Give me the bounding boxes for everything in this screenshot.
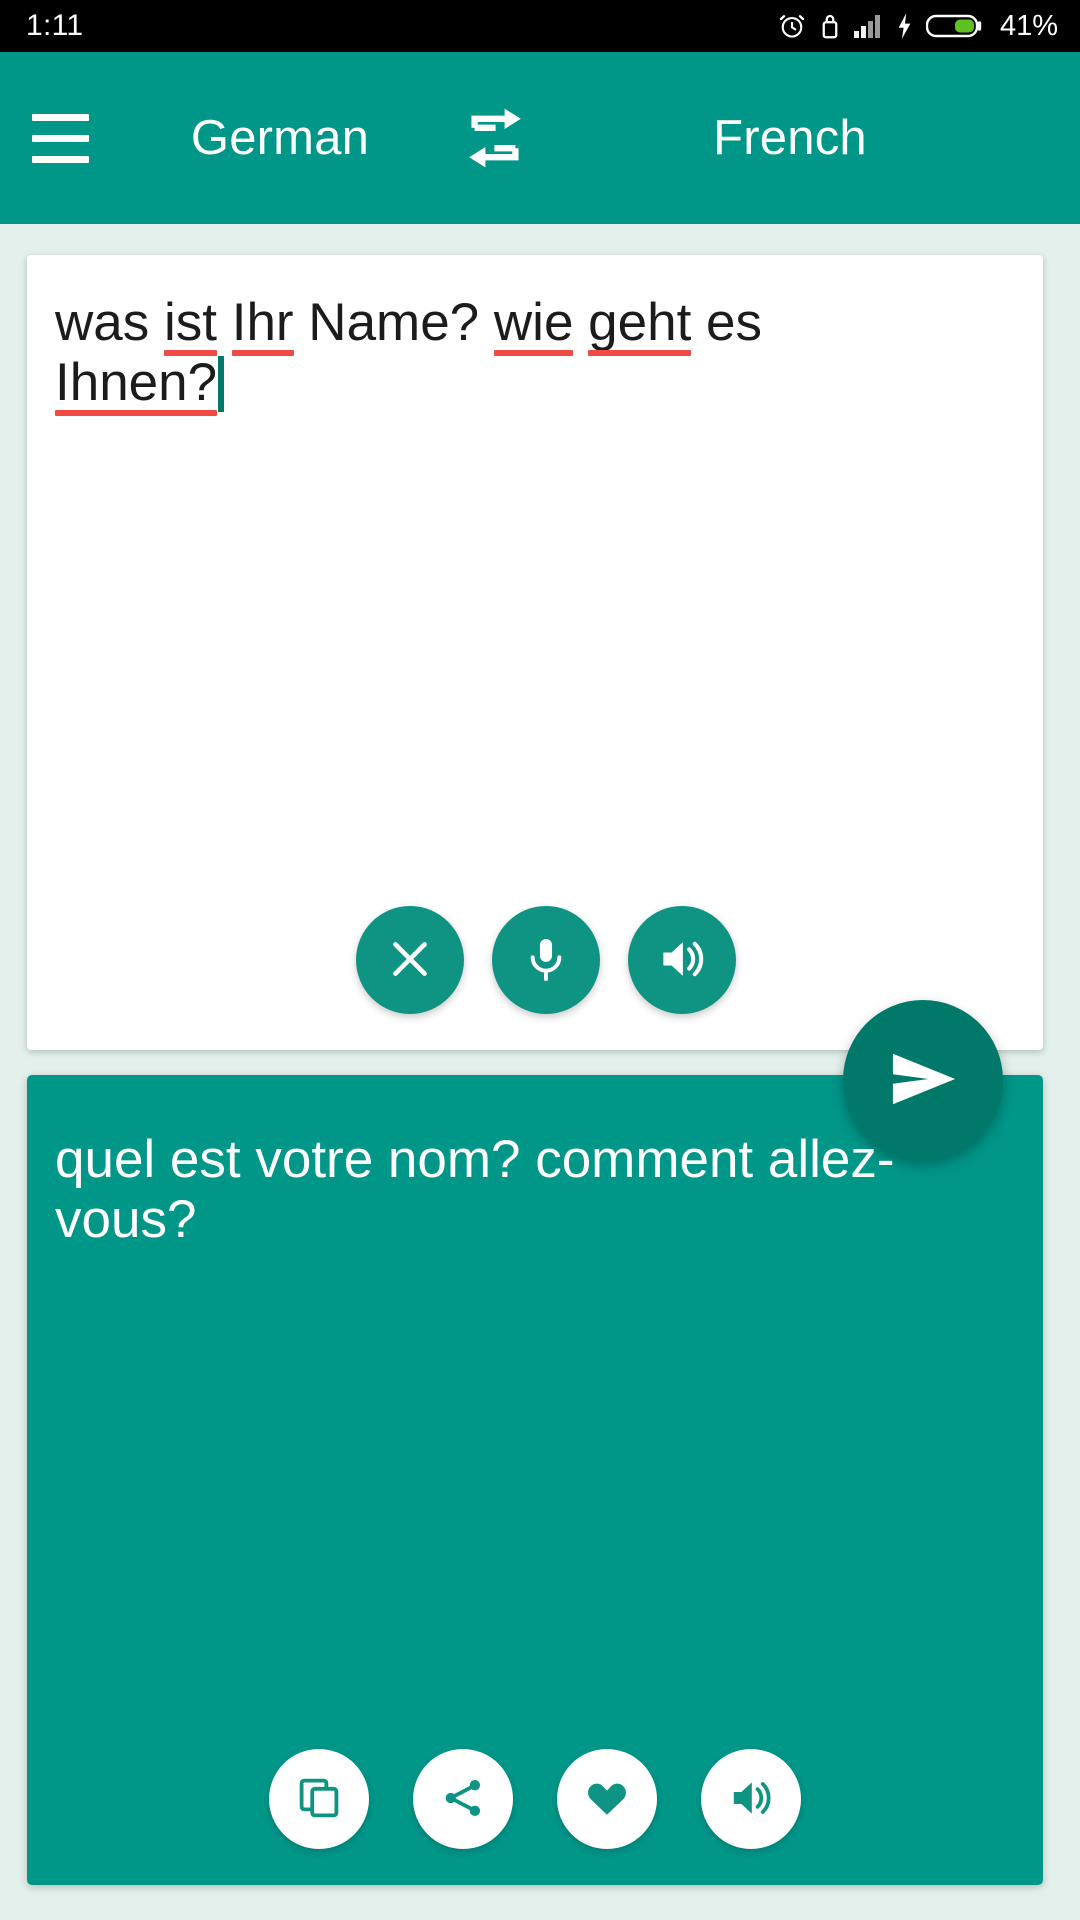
source-word: es bbox=[706, 293, 763, 352]
speaker-volume-icon bbox=[656, 933, 708, 988]
signal-bars-icon bbox=[853, 13, 883, 39]
speak-result-button[interactable] bbox=[701, 1749, 801, 1849]
translate-send-button[interactable] bbox=[843, 1000, 1003, 1160]
translation-result-text: quel est votre nom? comment allez-vous? bbox=[55, 1130, 895, 1249]
clear-button[interactable] bbox=[356, 906, 464, 1014]
battery-icon bbox=[925, 12, 984, 40]
source-action-row bbox=[27, 906, 1043, 1014]
text-caret bbox=[218, 355, 225, 412]
result-action-row bbox=[27, 1749, 1043, 1849]
misspelled-word: ist bbox=[163, 293, 217, 352]
status-time: 1:11 bbox=[26, 9, 84, 42]
charging-bolt-icon bbox=[896, 12, 913, 40]
hamburger-bar bbox=[31, 134, 89, 142]
share-icon bbox=[440, 1775, 486, 1824]
microphone-icon bbox=[521, 934, 571, 987]
source-word bbox=[573, 293, 588, 352]
speak-source-button[interactable] bbox=[628, 906, 736, 1014]
misspelled-word: wie bbox=[493, 293, 574, 352]
target-language-selector[interactable]: French bbox=[550, 110, 1080, 166]
source-word: Name? bbox=[293, 293, 494, 352]
hamburger-bar bbox=[31, 155, 89, 163]
share-button[interactable] bbox=[413, 1749, 513, 1849]
source-language-selector[interactable]: German bbox=[120, 110, 440, 166]
speaker-volume-icon bbox=[727, 1774, 775, 1825]
swap-languages-icon[interactable] bbox=[440, 102, 550, 174]
source-text-input[interactable]: was ist Ihr Name? wie geht es Ihnen? bbox=[55, 293, 1019, 413]
misspelled-word: Ihr bbox=[231, 293, 294, 352]
lock-icon bbox=[820, 11, 840, 41]
translation-result-card[interactable]: quel est votre nom? comment allez-vous? bbox=[27, 1075, 1043, 1885]
hamburger-bar bbox=[31, 113, 89, 121]
favorite-button[interactable] bbox=[557, 1749, 657, 1849]
send-paper-plane-icon bbox=[882, 1038, 964, 1123]
source-word bbox=[217, 293, 232, 352]
status-bar: 1:11 41% bbox=[0, 0, 1080, 52]
heart-icon bbox=[583, 1774, 631, 1825]
source-text-card[interactable]: was ist Ihr Name? wie geht es Ihnen? bbox=[27, 255, 1043, 1050]
app-toolbar: German French bbox=[0, 52, 1080, 224]
misspelled-word: geht bbox=[588, 293, 692, 352]
source-word: was bbox=[55, 293, 164, 352]
copy-button[interactable] bbox=[269, 1749, 369, 1849]
status-icons: 41% bbox=[777, 11, 1058, 41]
close-x-icon bbox=[385, 934, 435, 987]
voice-input-button[interactable] bbox=[492, 906, 600, 1014]
alarm-icon bbox=[777, 11, 807, 41]
misspelled-word: Ihnen? bbox=[55, 352, 218, 412]
copy-icon bbox=[295, 1774, 343, 1825]
hamburger-menu-icon[interactable] bbox=[0, 52, 120, 224]
battery-percent-label: 41% bbox=[999, 9, 1058, 42]
